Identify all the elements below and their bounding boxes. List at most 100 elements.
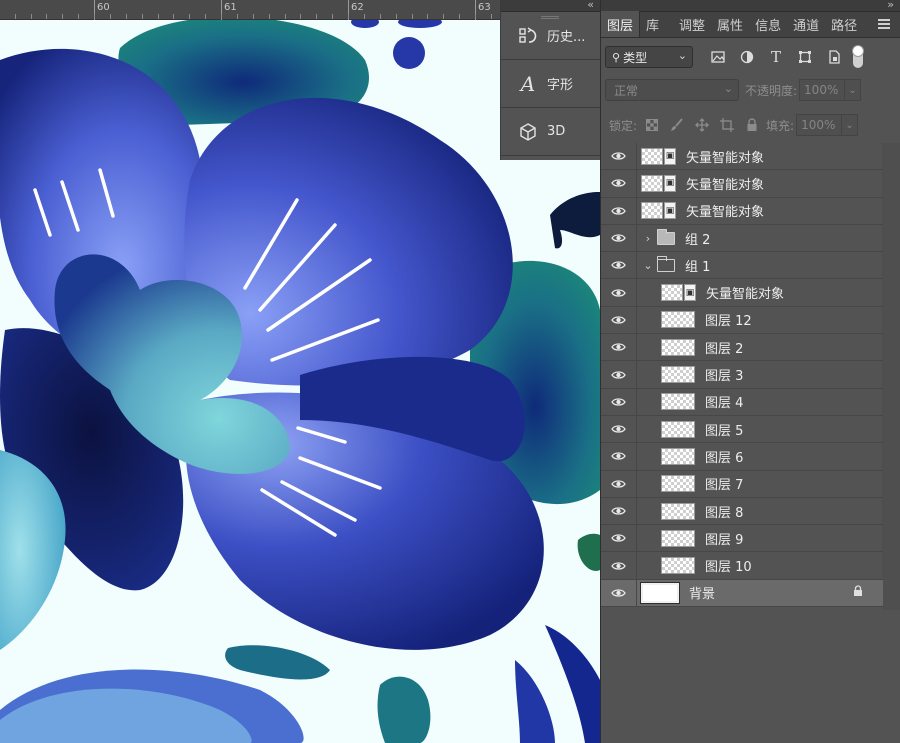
layer-thumbnail <box>661 529 695 547</box>
tab-adjustments[interactable]: 调整 <box>673 11 711 37</box>
eye-icon[interactable] <box>601 306 637 334</box>
ruler-tick <box>126 14 127 19</box>
eye-icon[interactable] <box>601 334 637 361</box>
smart-object-badge-icon: ▣ <box>664 174 676 192</box>
3d-cube-icon <box>517 121 539 143</box>
layer-row[interactable]: 图层 3 <box>601 361 883 389</box>
layer-row[interactable]: 图层 5 <box>601 415 883 444</box>
3d-panel-label: 3D <box>547 124 566 139</box>
shape-filter-icon[interactable] <box>794 46 816 68</box>
ruler-tick <box>332 14 333 19</box>
layer-filter-row: ⚲ 类型 ⌄ T <box>601 42 900 72</box>
eye-icon[interactable] <box>601 443 637 470</box>
ruler-tick <box>221 14 222 19</box>
opacity-label: 不透明度: <box>745 83 798 98</box>
layer-row[interactable]: ▣ 矢量智能对象 <box>601 279 883 307</box>
lock-transparency-icon[interactable] <box>642 115 662 135</box>
tab-channels[interactable]: 通道 <box>787 11 825 37</box>
collapse-arrows-icon[interactable]: ‹‹ <box>587 0 594 11</box>
blend-mode-select[interactable]: 正常 ⌄ <box>605 79 739 101</box>
eye-icon[interactable] <box>601 497 637 525</box>
layer-name: 图层 7 <box>705 478 744 494</box>
smart-object-badge-icon: ▣ <box>664 202 676 220</box>
eye-icon[interactable] <box>601 224 637 252</box>
smart-object-badge-icon: ▣ <box>684 284 696 302</box>
tab-paths[interactable]: 路径 <box>825 11 863 37</box>
eye-icon[interactable] <box>601 415 637 443</box>
layer-content: 图层 3 <box>637 365 743 384</box>
3d-panel-button[interactable]: 3D <box>501 108 600 156</box>
layer-thumbnail <box>661 338 695 356</box>
opacity-field[interactable]: 100% <box>799 79 846 101</box>
history-panel-button[interactable]: 历史... <box>501 12 600 60</box>
ruler-tick <box>237 14 238 19</box>
opacity-dropdown-icon[interactable]: ⌄ <box>845 79 862 101</box>
lock-all-icon[interactable] <box>742 115 762 135</box>
fill-dropdown-icon[interactable]: ⌄ <box>842 114 859 136</box>
eye-icon[interactable] <box>601 525 637 552</box>
layer-row[interactable]: 图层 8 <box>601 497 883 526</box>
chevron-down-icon: ⌄ <box>677 49 687 62</box>
eye-icon[interactable] <box>601 552 637 579</box>
image-filter-icon[interactable] <box>707 46 729 68</box>
expand-arrows-icon[interactable]: ›› <box>887 0 894 11</box>
layer-row[interactable]: 图层 10 <box>601 552 883 580</box>
lock-move-icon[interactable] <box>692 115 712 135</box>
ruler-tick <box>173 14 174 19</box>
dock-collapse-bar[interactable]: ‹‹ <box>501 0 600 12</box>
layer-row[interactable]: 背景 <box>601 579 883 608</box>
tab-libraries[interactable]: 库 <box>640 11 665 37</box>
filter-kind-select[interactable]: ⚲ 类型 ⌄ <box>605 46 693 68</box>
ruler-mark: 62 <box>351 2 364 13</box>
ruler-tick <box>300 14 301 19</box>
chevron-right-icon[interactable]: › <box>641 232 655 245</box>
layer-row[interactable]: ▣ 矢量智能对象 <box>601 197 883 225</box>
layer-content: ▣ 矢量智能对象 <box>637 201 764 220</box>
eye-icon[interactable] <box>601 197 637 224</box>
eye-icon[interactable] <box>601 361 637 388</box>
layer-row[interactable]: ⌄ 组 1 <box>601 252 883 280</box>
eye-icon[interactable] <box>601 252 637 279</box>
layer-row[interactable]: › 组 2 <box>601 224 883 253</box>
layer-content: ▣ 矢量智能对象 <box>637 283 784 302</box>
eye-icon[interactable] <box>601 279 637 306</box>
ruler-tick <box>205 14 206 19</box>
ruler-tick <box>364 14 365 19</box>
eye-icon[interactable] <box>601 579 637 607</box>
panel-menu-icon[interactable] <box>878 19 890 29</box>
lock-artboard-icon[interactable] <box>717 115 737 135</box>
tab-layers[interactable]: 图层 <box>601 11 641 37</box>
tab-properties[interactable]: 属性 <box>711 11 749 37</box>
panel-grip[interactable] <box>541 16 559 19</box>
layer-row[interactable]: 图层 6 <box>601 443 883 471</box>
layer-name: 矢量智能对象 <box>706 287 785 303</box>
tab-info[interactable]: 信息 <box>749 11 787 37</box>
layer-row[interactable]: 图层 9 <box>601 525 883 553</box>
layer-row[interactable]: ▣ 矢量智能对象 <box>601 170 883 198</box>
layer-name: 图层 5 <box>705 423 744 439</box>
lock-brush-icon[interactable] <box>667 115 687 135</box>
eye-icon[interactable] <box>601 143 637 170</box>
layer-row[interactable]: 图层 4 <box>601 388 883 416</box>
eye-icon[interactable] <box>601 388 637 415</box>
layer-thumbnail <box>661 311 695 329</box>
ruler-tick <box>158 14 159 19</box>
chevron-down-icon: ⌄ <box>723 82 733 95</box>
ruler-tick <box>285 14 286 19</box>
layer-thumbnail <box>661 557 695 575</box>
eye-icon[interactable] <box>601 470 637 497</box>
filter-toggle-switch[interactable] <box>853 46 863 68</box>
layer-row[interactable]: 图层 2 <box>601 334 883 362</box>
glyphs-icon: A <box>520 71 536 96</box>
layer-row[interactable]: 图层 7 <box>601 470 883 498</box>
glyphs-panel-button[interactable]: A 字形 <box>501 60 600 108</box>
layer-row[interactable]: ▣ 矢量智能对象 <box>601 143 883 171</box>
smart-object-filter-icon[interactable] <box>823 46 845 68</box>
eye-icon[interactable] <box>601 170 637 197</box>
layer-row[interactable]: 图层 12 <box>601 306 883 335</box>
fill-field[interactable]: 100% <box>796 114 843 136</box>
adjustment-filter-icon[interactable] <box>736 46 758 68</box>
type-filter-icon[interactable]: T <box>765 46 787 68</box>
layer-name: 图层 10 <box>705 560 752 576</box>
chevron-down-icon[interactable]: ⌄ <box>641 259 655 272</box>
